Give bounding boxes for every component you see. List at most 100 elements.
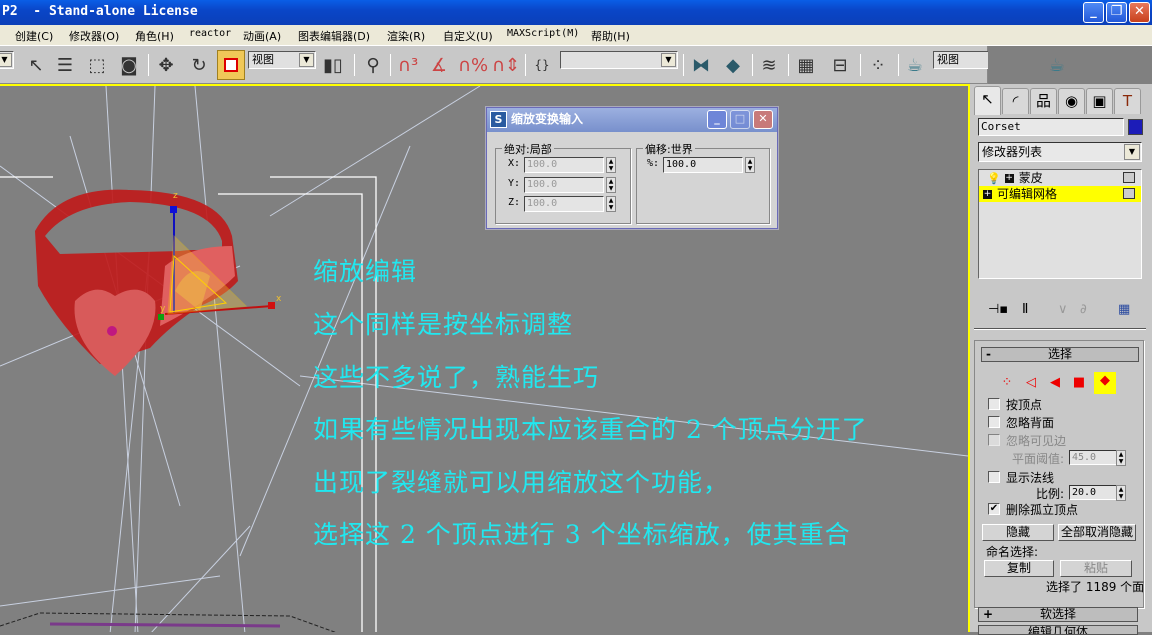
menu-maxscript[interactable]: MAXScript(M) [507,28,579,39]
spinner-snap-icon[interactable]: ∩⇕ [492,52,520,78]
z-spinner[interactable]: ▲ ▼ [606,196,616,212]
selection-rollout-header[interactable]: - 选择 [981,347,1139,362]
hierarchy-tab[interactable]: 品 [1030,88,1057,114]
unhide-all-button[interactable]: 全部取消隐藏 [1058,524,1136,541]
restore-button[interactable]: ❐ [1106,2,1127,23]
ignore-visible-edges-label: 忽略可见边 [1006,434,1067,448]
normal-scale-field[interactable]: 20.0 [1069,485,1123,500]
select-icon[interactable]: ↖ [24,52,48,78]
edit-named-sel-icon[interactable]: {} [530,52,554,78]
minimize-button[interactable]: _ [1083,2,1104,23]
menu-character[interactable]: 角色(H) [135,28,174,44]
menu-reactor[interactable]: reactor [189,28,231,39]
element-subobject-icon[interactable]: ◆ [1094,372,1116,394]
rotate-icon[interactable]: ↻ [187,52,211,78]
vertex-subobject-icon[interactable]: ⁘ [998,374,1016,392]
named-selection-dropdown[interactable]: ▼ [560,51,678,69]
menu-graph-editors[interactable]: 图表编辑器(D) [298,28,370,44]
x-spinner[interactable]: ▲ ▼ [606,157,616,173]
close-button[interactable]: ✕ [1129,2,1150,23]
dialog-title-bar[interactable]: S 缩放变换输入 _ □ ✕ [487,108,777,132]
ref-coord-dropdown[interactable]: 视图 ▼ [248,51,316,69]
percent-scale-field[interactable]: 100.0 [663,157,743,173]
angle-snap-icon[interactable]: ∡ [427,52,451,78]
caption-line: 如果有些情况出现本应该重合的 2 个顶点分开了 [313,415,868,444]
menu-rendering[interactable]: 渲染(R) [387,28,425,44]
percent-spinner[interactable]: ▲ ▼ [745,157,755,173]
create-tab[interactable]: ↖ [974,86,1001,115]
display-tab[interactable]: ▣ [1086,88,1113,114]
menu-help[interactable]: 帮助(H) [591,28,630,44]
dialog-maximize-button[interactable]: □ [730,110,750,129]
perspective-viewport[interactable]: z x y 缩放编辑 这个同样是按坐标调整 这些不多说了，熟能生巧 如果有些情况… [0,84,968,632]
polygon-subobject-icon[interactable]: ■ [1070,374,1088,392]
hide-button[interactable]: 隐藏 [982,524,1054,541]
mirror-icon[interactable]: ⧓ [689,52,713,78]
modify-tab[interactable]: ◜ [1002,88,1029,114]
ignore-backfacing-checkbox[interactable] [988,416,1000,428]
quick-render-icon[interactable]: ☕ [1045,52,1069,78]
expand-icon[interactable]: + [1004,174,1014,183]
object-color-swatch[interactable] [1128,119,1143,135]
title-bar: P2 - Stand-alone License _ ❐ ✕ [0,0,1152,25]
motion-tab[interactable]: ◉ [1058,88,1085,114]
scale-transform-dialog: S 缩放变换输入 _ □ ✕ 绝对:局部 X: 100.0 ▲ ▼ Y: 100.… [486,107,778,229]
z-scale-field[interactable]: 100.0 [524,196,604,212]
manipulate-icon[interactable]: ⚲ [361,52,385,78]
edge-subobject-icon[interactable]: ◁ [1022,374,1040,392]
lightbulb-icon[interactable]: 💡 [987,172,1001,185]
x-scale-field[interactable]: 100.0 [524,157,604,173]
stack-item-skin[interactable]: 💡 + 蒙皮 [979,170,1141,186]
menu-animation[interactable]: 动画(A) [243,28,281,44]
face-subobject-icon[interactable]: ◀ [1046,374,1064,392]
scale-icon[interactable] [217,50,245,80]
stack-item-editable-mesh[interactable]: + 可编辑网格 [979,186,1141,202]
soft-selection-rollout-header[interactable]: + 软选择 [978,607,1138,622]
object-name-field[interactable]: Corset [978,118,1124,136]
y-scale-field[interactable]: 100.0 [524,177,604,193]
utilities-tab[interactable]: T [1114,88,1141,114]
menu-create[interactable]: 创建(C) [15,28,53,44]
show-end-result-icon[interactable]: Ⅱ [1022,302,1028,317]
layer-icon[interactable]: ≋ [757,52,781,78]
separator [390,54,391,76]
window-crossing-icon[interactable]: ◙ [117,52,141,78]
by-vertex-checkbox[interactable] [988,398,1000,410]
caption-line: 这个同样是按坐标调整 [313,310,574,339]
pivot-icon[interactable]: ▮▯ [321,52,345,78]
show-normals-checkbox[interactable] [988,471,1000,483]
configure-sets-icon[interactable]: ▦ [1118,302,1130,317]
select-by-name-icon[interactable]: ☰ [53,52,77,78]
delete-isolated-checkbox[interactable]: ✔ [988,503,1000,515]
selection-filter-dropdown[interactable]: ▼ [0,51,14,69]
ignore-backfacing-label: 忽略背面 [1006,416,1055,430]
normal-scale-spinner[interactable]: ▲ ▼ [1116,485,1126,501]
offset-world-label: 偏移:世界 [643,141,695,157]
modifier-stack: 💡 + 蒙皮 + 可编辑网格 [978,169,1142,279]
separator [752,54,753,76]
snap-3d-icon[interactable]: ∩³ [396,52,420,78]
toolbar-empty-area: ☕ [988,46,1152,84]
z-label: Z: [508,197,521,208]
chevron-down-icon: ▼ [0,53,12,67]
material-editor-icon[interactable]: ⁘ [866,52,890,78]
dialog-close-button[interactable]: ✕ [753,110,773,129]
y-spinner[interactable]: ▲ ▼ [606,177,616,193]
separator [525,54,526,76]
align-icon[interactable]: ◆ [721,52,745,78]
render-scene-icon[interactable]: ☕ [903,52,927,78]
percent-snap-icon[interactable]: ∩% [458,52,488,78]
modifier-list-dropdown[interactable]: 修改器列表 ▼ [978,142,1142,162]
separator [354,54,355,76]
copy-button[interactable]: 复制 [984,560,1054,577]
curve-editor-icon[interactable]: ▦ [794,52,818,78]
schematic-icon[interactable]: ⊟ [828,52,852,78]
pin-stack-icon[interactable]: ⊣▪ [988,302,1008,317]
edit-geometry-rollout-header[interactable]: 编辑几何体 [978,625,1138,635]
rect-region-icon[interactable]: ⬚ [85,52,109,78]
expand-icon[interactable]: + [983,190,992,199]
menu-modifiers[interactable]: 修改器(O) [69,28,119,44]
menu-customize[interactable]: 自定义(U) [443,28,493,44]
dialog-minimize-button[interactable]: _ [707,110,727,129]
move-icon[interactable]: ✥ [154,52,178,78]
